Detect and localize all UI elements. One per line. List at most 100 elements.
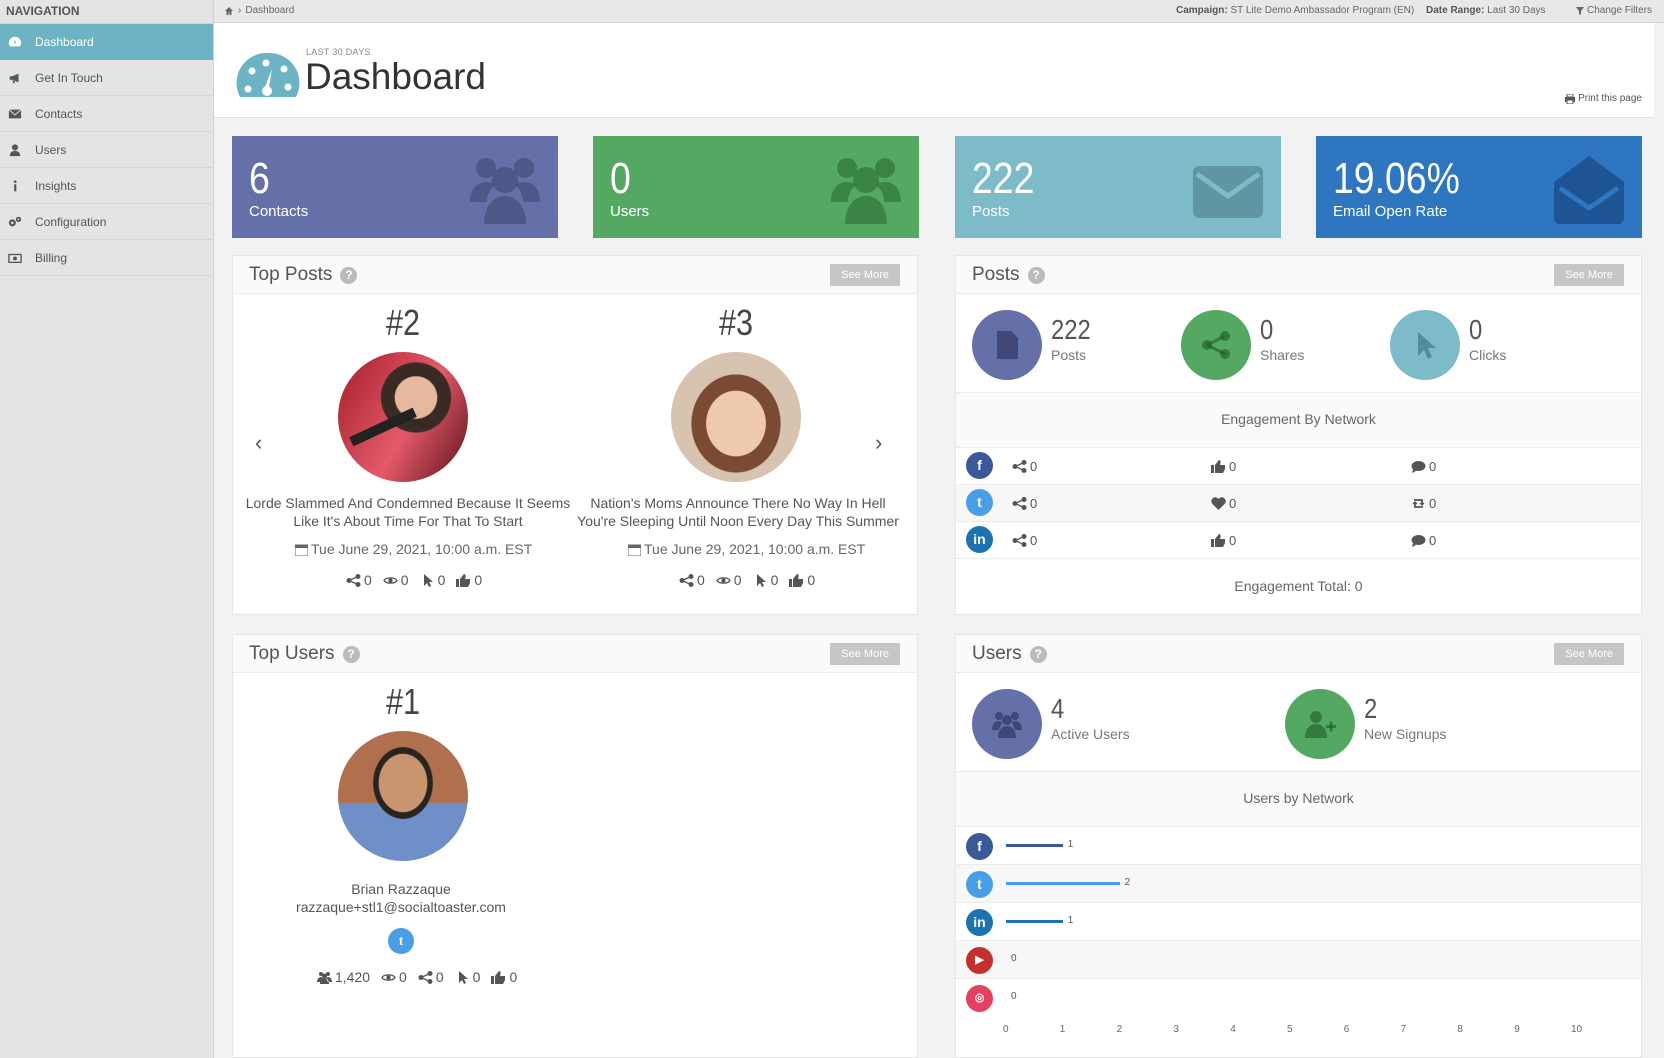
- post-title[interactable]: Lorde Slammed And Condemned Because It S…: [243, 494, 573, 530]
- post-metrics: 0 0 0 0: [679, 572, 815, 588]
- document-icon: [997, 331, 1018, 359]
- megaphone-icon: [9, 73, 19, 83]
- share-icon: [1012, 460, 1027, 473]
- sidebar-item-get-in-touch[interactable]: Get In Touch: [0, 60, 213, 96]
- engagement-row-twitter: t 0 0 0: [956, 484, 1641, 521]
- info-icon: [13, 179, 17, 191]
- help-icon[interactable]: ?: [340, 266, 358, 284]
- sidebar-item-label: Dashboard: [35, 34, 94, 49]
- stat-users[interactable]: 0 Users: [593, 136, 919, 238]
- nav-title: NAVIGATION: [0, 0, 213, 24]
- chart-x-tick: 3: [1173, 1024, 1179, 1035]
- top-posts-panel: Top Posts? See More ‹ › #2 Lorde Slammed…: [232, 255, 918, 615]
- cursor-icon: [1418, 332, 1436, 359]
- sidebar-item-label: Billing: [35, 250, 68, 265]
- stat-label: Posts: [972, 203, 1010, 220]
- network-row-twitter: t2: [956, 864, 1641, 902]
- cursor-icon: [458, 970, 468, 984]
- chart-x-tick: 7: [1400, 1024, 1407, 1035]
- stat-contacts[interactable]: 6 Contacts: [232, 136, 558, 238]
- thumbs-up-icon: [789, 573, 804, 587]
- help-icon[interactable]: ?: [342, 645, 360, 663]
- print-link[interactable]: Print this page: [1565, 93, 1642, 104]
- breadcrumb: › Dashboard: [224, 5, 294, 16]
- see-more-button[interactable]: See More: [830, 643, 900, 665]
- engagement-total: Engagement Total: 0: [1234, 578, 1363, 594]
- eye-icon: [381, 973, 396, 981]
- facebook-icon: f: [966, 452, 993, 479]
- breadcrumb-current: Dashboard: [245, 5, 295, 16]
- sidebar-item-dashboard[interactable]: Dashboard: [0, 24, 213, 60]
- help-icon[interactable]: ?: [1027, 266, 1045, 284]
- retweet-icon: [1412, 499, 1425, 508]
- users-by-network-title: Users by Network: [1243, 790, 1354, 806]
- share-icon: [418, 970, 433, 984]
- money-icon: [8, 253, 22, 263]
- chart-x-tick: 5: [1287, 1024, 1293, 1035]
- comment-icon: [1411, 535, 1426, 547]
- see-more-button[interactable]: See More: [1554, 643, 1624, 665]
- home-icon[interactable]: [224, 6, 234, 16]
- cursor-icon: [423, 573, 433, 587]
- post-date: Tue June 29, 2021, 10:00 a.m. EST: [628, 541, 865, 557]
- chart-x-tick: 9: [1514, 1024, 1520, 1035]
- breadcrumb-separator: ›: [238, 5, 242, 16]
- chart-bar-facebook: [1006, 844, 1063, 847]
- panel-title: Top Users: [249, 643, 335, 664]
- user-avatar[interactable]: [338, 731, 468, 861]
- chart-data-label: 1: [1067, 839, 1074, 850]
- sidebar-item-contacts[interactable]: Contacts: [0, 96, 213, 132]
- share-icon: [1012, 534, 1027, 547]
- chart-data-label: 1: [1067, 915, 1074, 926]
- sidebar-item-insights[interactable]: Insights: [0, 168, 213, 204]
- sidebar-item-label: Configuration: [35, 214, 107, 229]
- stat-email-open-rate[interactable]: 19.06% Email Open Rate: [1316, 136, 1642, 238]
- panel-title: Posts: [972, 264, 1020, 285]
- chart-x-tick: 4: [1230, 1024, 1236, 1035]
- carousel-next-arrow[interactable]: ›: [875, 430, 882, 456]
- post-metrics: 0 0 0 0: [346, 572, 482, 588]
- chart-data-label: 0: [1011, 991, 1017, 1002]
- see-more-button[interactable]: See More: [830, 264, 900, 286]
- chart-bar-twitter: [1006, 882, 1120, 885]
- dashboard-logo-icon: [236, 52, 300, 97]
- chart-data-label: 2: [1124, 877, 1131, 888]
- carousel-prev-arrow[interactable]: ‹: [255, 430, 262, 456]
- active-users-count: 4: [1051, 693, 1065, 724]
- change-filters-button[interactable]: Change Filters: [1576, 5, 1652, 16]
- user-email: razzaque+stl1@socialtoaster.com: [296, 899, 506, 915]
- sidebar-item-billing[interactable]: Billing: [0, 240, 213, 276]
- post-title[interactable]: Nation's Moms Announce There No Way In H…: [573, 494, 903, 530]
- post-rank: #2: [385, 302, 421, 343]
- help-icon[interactable]: ?: [1029, 645, 1047, 663]
- sidebar-item-configuration[interactable]: Configuration: [0, 204, 213, 240]
- stat-posts[interactable]: 222 Posts: [955, 136, 1281, 238]
- sidebar-item-users[interactable]: Users: [0, 132, 213, 168]
- new-signups-count: 2: [1364, 693, 1378, 724]
- post-image: [671, 352, 801, 482]
- group-icon: [470, 158, 540, 224]
- heart-icon: [1211, 497, 1226, 510]
- stat-label: Contacts: [249, 203, 309, 220]
- panel-title: Top Posts: [249, 264, 333, 285]
- eye-icon: [716, 576, 731, 584]
- post-rank: #3: [718, 302, 754, 343]
- thumbs-up-icon: [456, 573, 471, 587]
- post-date: Tue June 29, 2021, 10:00 a.m. EST: [295, 541, 532, 557]
- chart-bar-linkedin: [1006, 920, 1063, 923]
- share-icon: [1012, 497, 1027, 510]
- sidebar-item-label: Users: [35, 142, 67, 157]
- user-name: Brian Razzaque: [351, 881, 451, 897]
- sidebar-item-label: Get In Touch: [35, 70, 103, 85]
- campaign-filter: Campaign: ST Lite Demo Ambassador Progra…: [1176, 5, 1415, 16]
- open-envelope-icon: [1554, 156, 1624, 224]
- sidebar-item-label: Contacts: [35, 106, 83, 121]
- dashboard-icon: [8, 36, 22, 46]
- chart-x-tick: 10: [1571, 1024, 1583, 1035]
- page-header: LAST 30 DAYS Dashboard Print this page: [214, 23, 1654, 118]
- user-metrics: 1,420 0 0 0 0: [317, 969, 517, 985]
- see-more-button[interactable]: See More: [1554, 264, 1624, 286]
- twitter-icon[interactable]: t: [388, 928, 414, 954]
- filter-icon: [1576, 6, 1584, 15]
- twitter-icon: t: [966, 871, 993, 898]
